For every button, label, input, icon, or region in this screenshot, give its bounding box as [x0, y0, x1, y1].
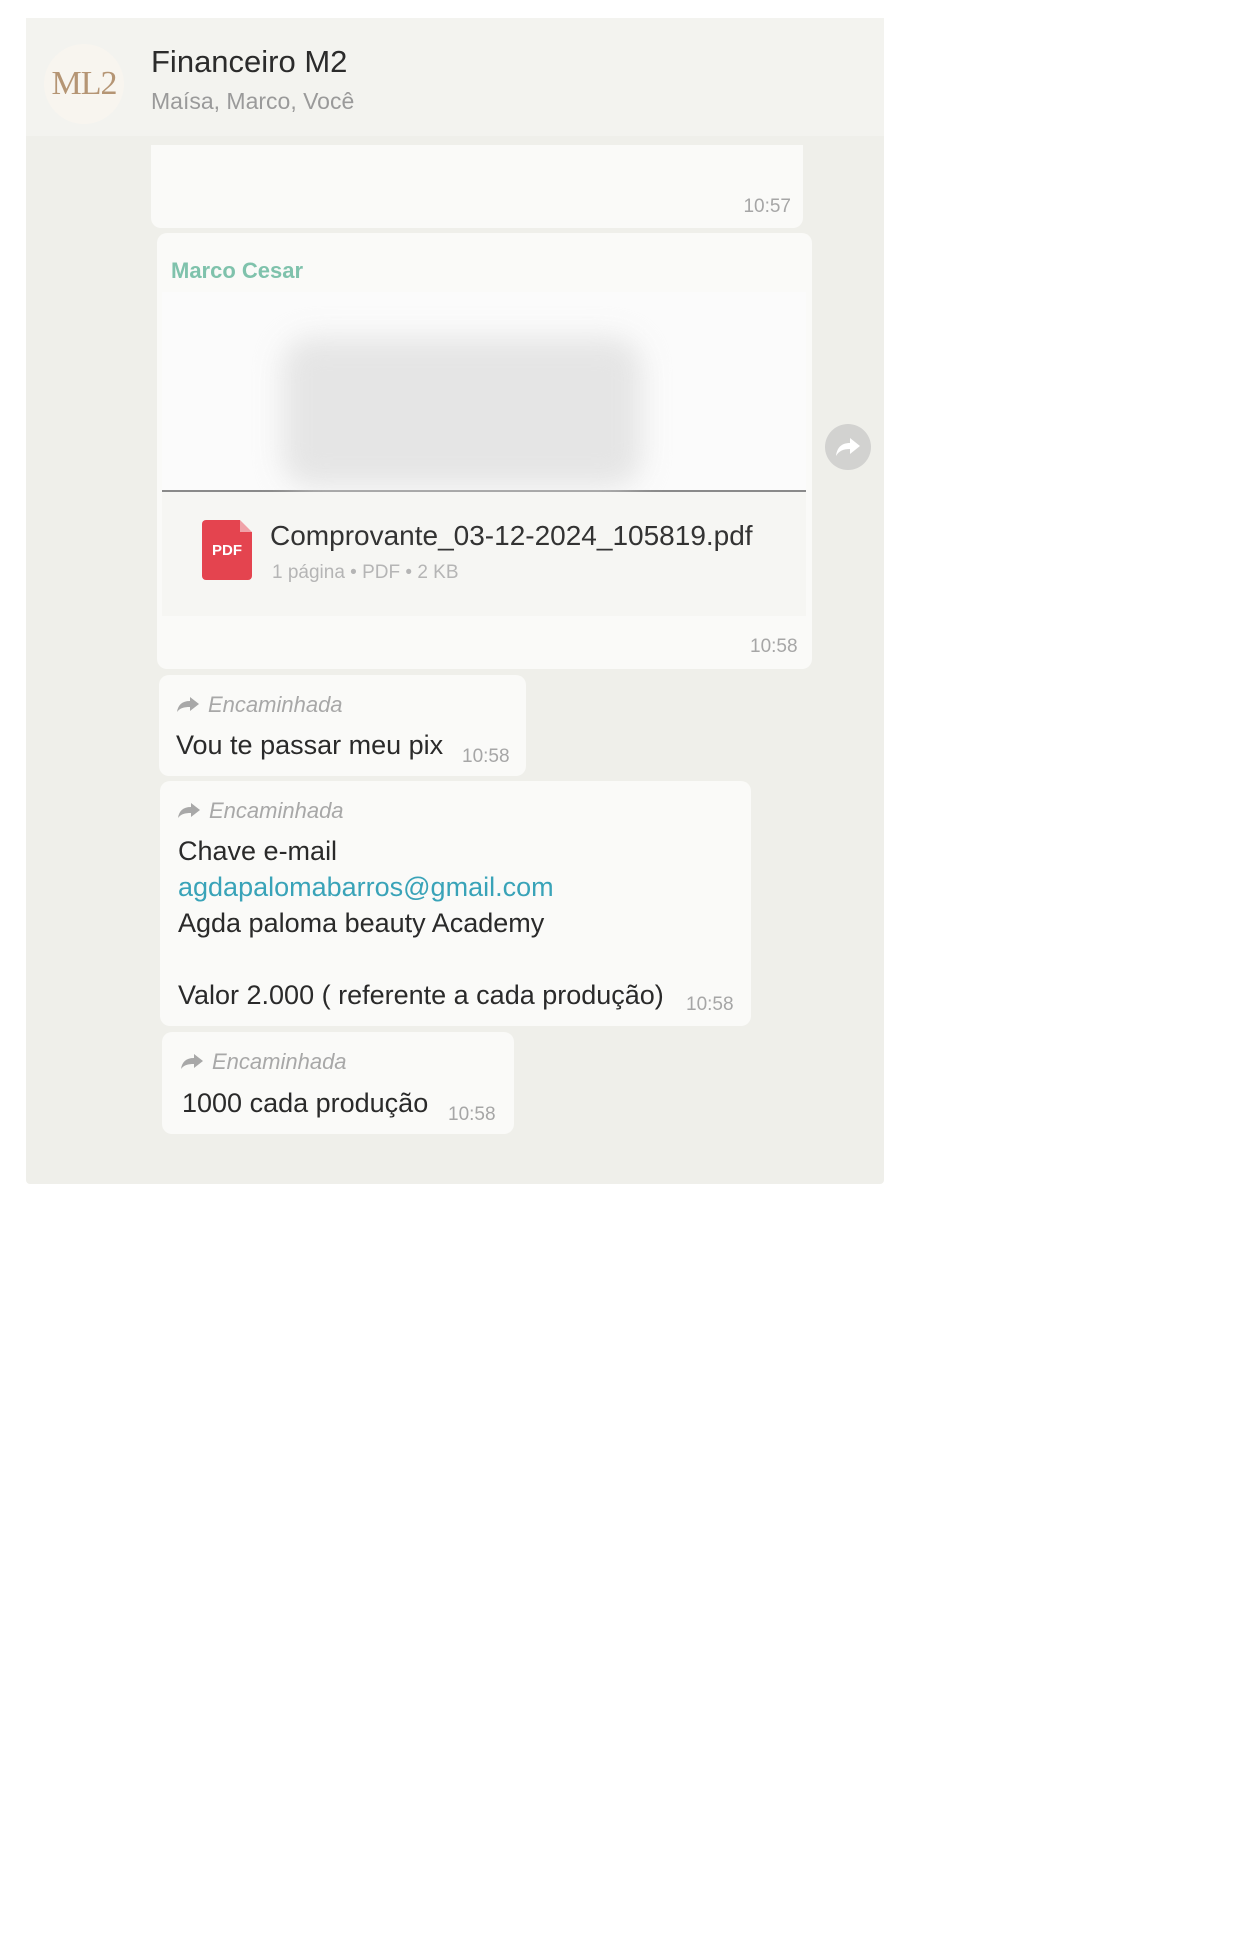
- message-time: 10:58: [686, 994, 734, 1015]
- share-icon[interactable]: [825, 424, 871, 470]
- chat-title: Financeiro M2: [151, 44, 348, 79]
- forwarded-label: Encaminhada: [180, 1049, 347, 1075]
- message-line: Chave e-mail: [178, 836, 338, 866]
- message-text: Vou te passar meu pix: [176, 730, 444, 760]
- forwarded-text: Encaminhada: [209, 798, 344, 823]
- forwarded-text: Encaminhada: [208, 692, 343, 717]
- forward-arrow-icon: [178, 803, 200, 818]
- group-avatar[interactable]: ML2: [44, 44, 124, 124]
- document-attachment[interactable]: PDF Comprovante_03-12-2024_105819.pdf 1 …: [162, 492, 806, 616]
- document-file-meta: 1 página • PDF • 2 KB: [272, 562, 459, 583]
- message-line: Agda paloma beauty Academy: [178, 908, 545, 938]
- forward-arrow-icon: [181, 1054, 203, 1069]
- message-time: 10:58: [462, 746, 510, 767]
- sender-name: Marco Cesar: [171, 258, 304, 283]
- preview-image-blur: [282, 337, 642, 487]
- message-time: 10:57: [743, 196, 791, 217]
- message-time: 10:58: [448, 1104, 496, 1125]
- forwarded-label: Encaminhada: [177, 798, 344, 824]
- message-time: 10:58: [750, 636, 798, 657]
- forward-arrow-icon: [177, 697, 199, 712]
- pdf-icon-label: PDF: [212, 541, 242, 559]
- avatar-logo-text: ML2: [51, 65, 118, 102]
- chat-participants: Maísa, Marco, Você: [151, 88, 355, 114]
- document-preview[interactable]: [162, 292, 806, 492]
- forwarded-label: Encaminhada: [176, 692, 343, 718]
- pdf-file-icon: PDF: [202, 520, 252, 580]
- message-text: 1000 cada produção: [182, 1088, 429, 1118]
- message-bubble[interactable]: 10:57: [151, 145, 803, 228]
- email-link[interactable]: agdapalomabarros@gmail.com: [178, 872, 554, 903]
- message-line: Valor 2.000 ( referente a cada produção): [178, 980, 664, 1010]
- forwarded-text: Encaminhada: [212, 1049, 347, 1074]
- document-file-name: Comprovante_03-12-2024_105819.pdf: [270, 520, 753, 551]
